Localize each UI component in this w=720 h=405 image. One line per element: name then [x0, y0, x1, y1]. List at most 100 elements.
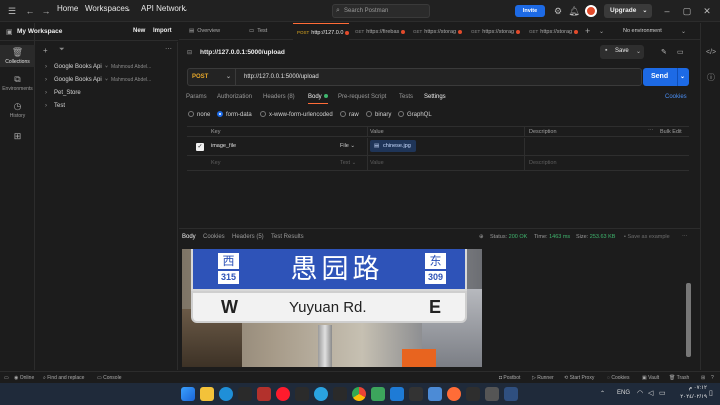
description-input[interactable]: Description — [529, 160, 557, 166]
file-explorer-icon[interactable] — [200, 387, 214, 401]
tab-tests[interactable]: Tests — [399, 94, 413, 100]
key-input[interactable]: image_file — [211, 143, 236, 149]
tab-test[interactable]: ▭ Test — [243, 23, 287, 40]
workspace-name[interactable]: My Workspace — [17, 28, 62, 35]
tab-overview[interactable]: ▤ Overview — [183, 23, 237, 40]
collection-item[interactable]: › Test — [35, 100, 178, 112]
sidebar-item-history[interactable]: ◷ History — [0, 99, 35, 121]
search-input[interactable]: ⌕ Search Postman — [332, 4, 430, 18]
app-icon[interactable] — [504, 387, 518, 401]
comments-icon[interactable]: ▭ — [677, 48, 684, 56]
wifi-icon[interactable]: ◠ — [637, 389, 643, 397]
clock-time[interactable]: ٠٧:١٢ م — [673, 385, 707, 391]
windows-start-icon[interactable] — [181, 387, 195, 401]
close-icon[interactable]: ✕ — [701, 5, 713, 17]
terminal-icon[interactable] — [333, 387, 347, 401]
workspaces-menu[interactable]: Workspaces — [85, 4, 129, 13]
chrome-icon[interactable] — [352, 387, 366, 401]
info-icon[interactable]: ⓘ — [707, 72, 715, 83]
pdf-icon[interactable] — [257, 387, 271, 401]
home-link[interactable]: Home — [57, 4, 78, 13]
invite-button[interactable]: Invite — [515, 5, 545, 17]
body-type-form-data[interactable]: form-data — [217, 111, 252, 118]
tab-storage-request[interactable]: GET https://storag — [525, 23, 581, 40]
save-button[interactable]: ▪ Save ⌄ — [600, 45, 644, 59]
send-button[interactable]: Send ⌄ — [643, 68, 689, 86]
vscode-icon[interactable] — [390, 387, 404, 401]
key-input[interactable]: Key — [211, 160, 220, 166]
back-arrow-icon[interactable]: ← — [24, 5, 36, 17]
body-type-binary[interactable]: binary — [366, 111, 391, 118]
tab-params[interactable]: Params — [186, 94, 207, 100]
sidebar-item-environments[interactable]: ⧉ Environments — [0, 72, 35, 94]
file-chip[interactable]: ▤ chinese.jpg — [370, 140, 416, 152]
url-input[interactable]: http://127.0.0.1:5000/upload — [244, 69, 319, 85]
android-studio-icon[interactable] — [371, 387, 385, 401]
environment-selector[interactable]: No environment — [623, 28, 662, 34]
tab-body[interactable]: Body — [308, 94, 328, 104]
github-icon[interactable] — [295, 387, 309, 401]
app-icon[interactable] — [409, 387, 423, 401]
tab-pre-request-script[interactable]: Pre-request Script — [338, 94, 386, 100]
response-tab-cookies[interactable]: Cookies — [203, 234, 225, 240]
filter-icon[interactable]: ⏷ — [59, 46, 65, 54]
gear-icon[interactable]: ⚙ — [552, 5, 564, 17]
forward-arrow-icon[interactable]: → — [40, 5, 52, 17]
app-icon[interactable] — [485, 387, 499, 401]
body-type-graphql[interactable]: GraphQL — [398, 111, 432, 118]
avatar[interactable] — [585, 5, 597, 17]
new-tab-plus-icon[interactable]: + — [585, 26, 590, 36]
plus-icon[interactable]: + — [43, 46, 48, 55]
method-select[interactable]: POST ⌄ — [188, 69, 236, 85]
upgrade-button[interactable]: Upgrade ⌄ — [604, 4, 652, 18]
menu-icon[interactable]: ☰ — [6, 5, 18, 17]
response-scrollbar[interactable] — [685, 249, 692, 367]
chevron-down-icon[interactable]: ⌄ — [599, 28, 604, 35]
cookies-link[interactable]: Cookies — [665, 94, 687, 100]
code-icon[interactable]: </> — [706, 49, 716, 56]
sidebar-item-apps[interactable]: ⊞ — [0, 131, 35, 143]
response-tab-body[interactable]: Body — [182, 234, 196, 240]
collection-item[interactable]: › Pet_Store — [35, 87, 178, 99]
edit-icon[interactable]: ✎ — [661, 48, 667, 56]
chevron-up-icon[interactable]: ⌃ — [600, 390, 605, 397]
body-type-raw[interactable]: raw — [340, 111, 359, 118]
value-input[interactable]: Value — [370, 160, 384, 166]
response-tab-test-results[interactable]: Test Results — [271, 234, 304, 240]
notification-icon[interactable]: ▯ — [709, 389, 713, 397]
tab-upload-request[interactable]: POST http://127.0.0 — [293, 23, 349, 40]
tab-settings[interactable]: Settings — [424, 94, 446, 100]
api-network-menu[interactable]: API Network — [141, 4, 185, 13]
telegram-icon[interactable] — [314, 387, 328, 401]
maximize-icon[interactable]: ▢ — [681, 5, 693, 17]
bulk-edit-link[interactable]: Bulk Edit — [660, 129, 682, 135]
save-example-button[interactable]: ▪ Save as example — [624, 234, 670, 240]
import-button[interactable]: Import — [153, 28, 172, 34]
type-select[interactable]: File ⌄ — [340, 143, 355, 149]
tab-firebase-request[interactable]: GET https://firebas — [351, 23, 407, 40]
scrollbar-thumb[interactable] — [686, 283, 691, 357]
collection-item[interactable]: › Google Books Api ⑂ Mahmoud Abdel... — [35, 74, 178, 86]
more-icon[interactable]: ⋯ — [682, 234, 688, 240]
clock-date[interactable]: ٢٠٢٤/٠٢/١٩ — [673, 394, 707, 400]
collection-item[interactable]: › Google Books Api ⑂ Mahmoud Abdel... — [35, 61, 178, 73]
request-title[interactable]: http://127.0.0.1:5000/upload — [200, 49, 285, 56]
tab-storage-request[interactable]: GET https://storag — [409, 23, 465, 40]
more-icon[interactable]: ⋯ — [648, 128, 654, 134]
volume-icon[interactable]: ◁ — [648, 389, 653, 397]
checkbox-checked[interactable]: ✓ — [196, 143, 204, 151]
bell-icon[interactable]: 🔔︎ — [568, 5, 580, 17]
sidebar-item-collections[interactable]: 🗑︎ Collections — [0, 45, 35, 67]
edge-icon[interactable] — [219, 387, 233, 401]
new-button[interactable]: New — [133, 28, 145, 34]
more-icon[interactable]: ⋯ — [165, 45, 172, 53]
body-type-urlencoded[interactable]: x-www-form-urlencoded — [260, 111, 333, 118]
minimize-icon[interactable]: – — [661, 5, 673, 17]
tab-headers[interactable]: Headers (8) — [263, 94, 295, 100]
app-icon[interactable] — [466, 387, 480, 401]
body-type-none[interactable]: none — [188, 111, 210, 118]
app-icon[interactable] — [428, 387, 442, 401]
opera-icon[interactable] — [276, 387, 290, 401]
type-select[interactable]: Text ⌄ — [340, 160, 356, 166]
response-tab-headers[interactable]: Headers (5) — [232, 234, 264, 240]
